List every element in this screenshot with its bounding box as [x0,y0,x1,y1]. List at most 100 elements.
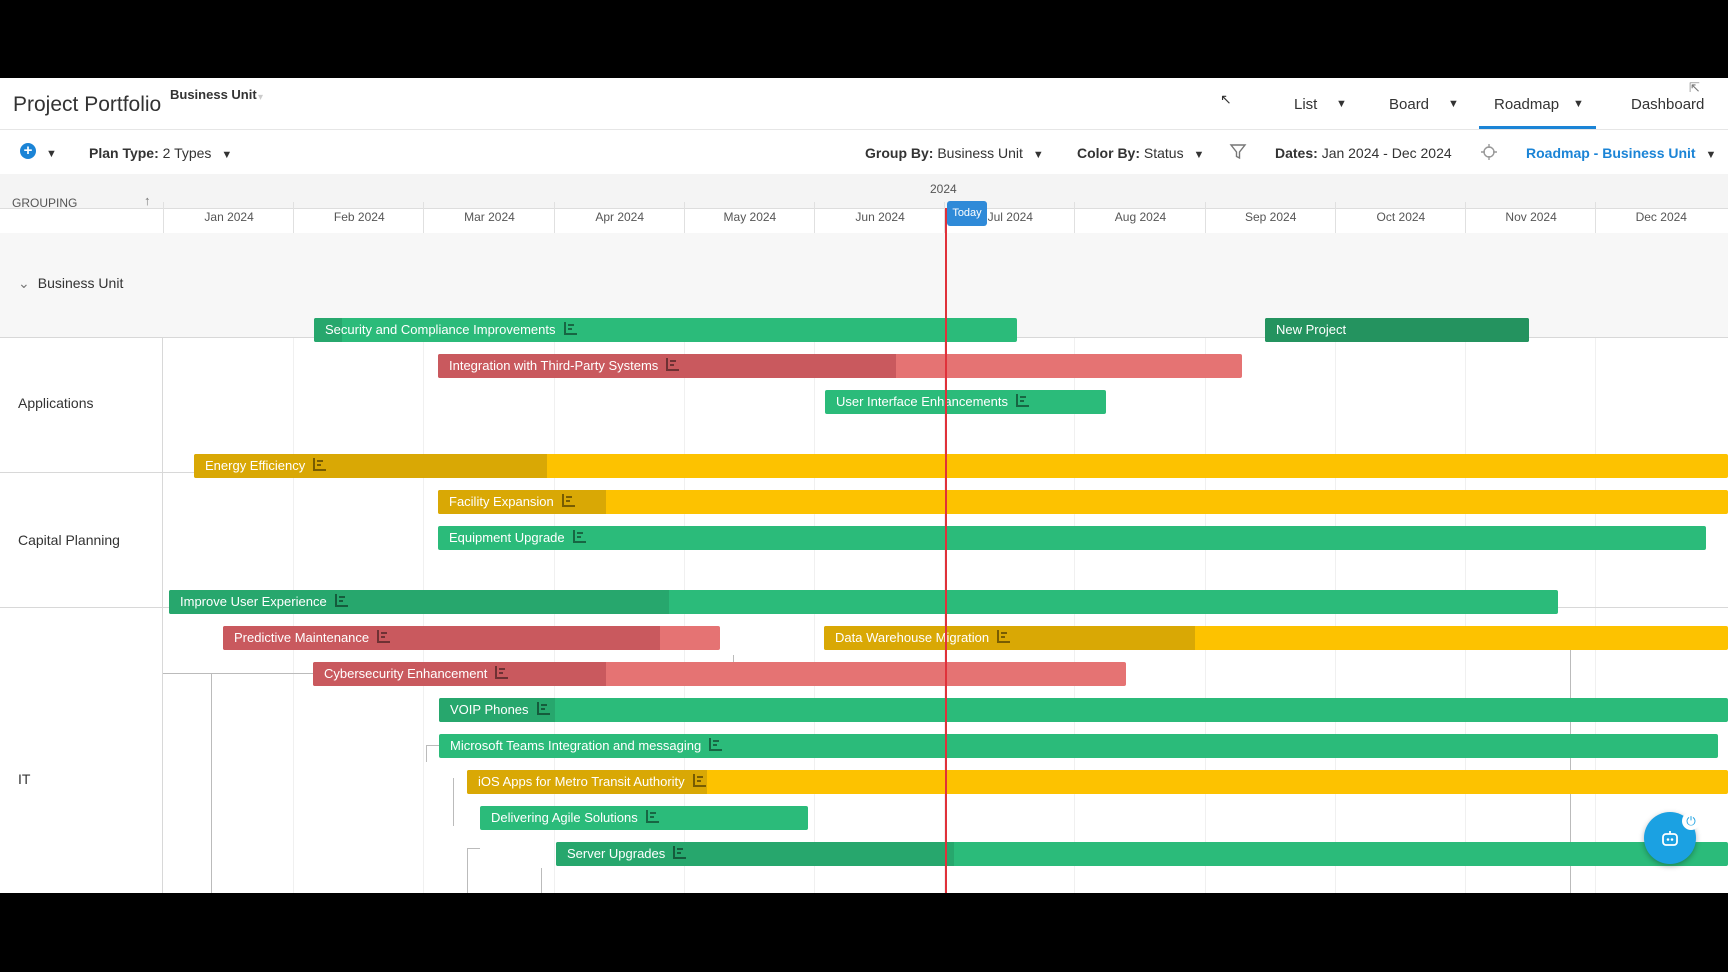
tab-board[interactable]: Board [1389,96,1429,113]
center-today-icon[interactable] [1480,143,1498,166]
dependency-connector [453,778,466,826]
project-bar[interactable]: New Project [1265,318,1529,342]
project-bar[interactable]: Data Warehouse Migration [824,626,1728,650]
add-plus-icon[interactable]: + [20,143,36,159]
month-label: Apr 2024 [553,202,685,233]
project-bar[interactable]: Predictive Maintenance [223,626,720,650]
dependency-connector [541,868,557,893]
sort-up-icon[interactable]: ↑ [144,193,151,208]
dates-value: Jan 2024 - Dec 2024 [1321,145,1452,161]
month-label: Mar 2024 [423,202,554,233]
project-name: VOIP Phones [450,702,529,717]
group-label-business-unit: Business Unit [37,275,124,291]
project-bar[interactable]: Security and Compliance Improvements [314,318,1017,342]
gantt-icon[interactable] [313,458,327,471]
tab-list[interactable]: List [1294,96,1317,113]
gantt-icon[interactable] [645,810,659,823]
tab-roadmap[interactable]: Roadmap [1494,96,1559,113]
project-bar[interactable]: Server Upgrades [556,842,1728,866]
plan-type-filter[interactable]: Plan Type: 2 Types ▼ [89,145,232,161]
list-dropdown-caret-icon[interactable]: ▼ [1336,98,1347,110]
group-label-it: IT [18,771,31,787]
group-by-value: Business Unit [937,145,1023,161]
color-by-label: Color By: [1077,145,1140,161]
project-bar-label: Security and Compliance Improvements [325,318,577,342]
project-bar-label: User Interface Enhancements [836,390,1029,414]
project-bar-label: Facility Expansion [449,490,575,514]
chevron-down-icon[interactable]: ⌄ [18,275,30,291]
board-dropdown-caret-icon[interactable]: ▼ [1448,98,1459,110]
project-bar[interactable]: Energy Efficiency [194,454,1728,478]
dependency-connector [211,673,220,893]
project-bar-label: New Project [1276,318,1346,342]
roadmap-dropdown-caret-icon[interactable]: ▼ [1573,98,1584,110]
project-bar-label: Cybersecurity Enhancement [324,662,509,686]
project-bar[interactable]: Equipment Upgrade [438,526,1706,550]
project-name: New Project [1276,322,1347,337]
project-bar[interactable]: VOIP Phones [439,698,1728,722]
project-bar[interactable]: Improve User Experience [169,590,1558,614]
month-label: Aug 2024 [1074,202,1205,233]
color-by-value: Status [1143,145,1184,161]
project-bar-label: Predictive Maintenance [234,626,391,650]
add-dropdown-caret-icon[interactable]: ▼ [46,148,57,160]
business-unit-selector[interactable]: Business Unit [170,87,257,102]
project-bar[interactable]: iOS Apps for Metro Transit Authority [467,770,1728,794]
gantt-icon[interactable] [1015,394,1029,407]
gantt-icon[interactable] [666,358,680,371]
project-bar[interactable]: Facility Expansion [438,490,1728,514]
project-name: Data Warehouse Migration [835,630,990,645]
dates-selector[interactable]: Dates: Jan 2024 - Dec 2024 [1275,145,1452,161]
month-label: May 2024 [683,202,815,233]
gantt-icon[interactable] [673,846,687,859]
project-bar[interactable]: Delivering Agile Solutions [480,806,808,830]
chevron-down-icon: ▼ [1705,149,1717,161]
plan-type-value: 2 Types [162,145,212,161]
group-by-selector[interactable]: Group By: Business Unit ▼ [865,145,1044,161]
month-label: Feb 2024 [293,202,424,233]
project-bar-label: Data Warehouse Migration [835,626,1011,650]
power-icon[interactable]: ⏻ [1682,812,1700,830]
gantt-icon[interactable] [536,702,550,715]
project-bar-label: Improve User Experience [180,590,348,614]
project-name: Equipment Upgrade [449,530,565,545]
project-name: Server Upgrades [567,846,666,861]
gantt-icon[interactable] [997,630,1011,643]
chevron-down-icon[interactable]: ▾ [258,92,263,103]
month-label: Jan 2024 [163,202,294,233]
gantt-icon[interactable] [563,322,577,335]
tab-dashboard[interactable]: Dashboard [1631,96,1704,113]
roadmap-view-selector[interactable]: Roadmap - Business Unit ▼ [1526,145,1716,161]
gantt-icon[interactable] [377,630,391,643]
gantt-icon[interactable] [561,494,575,507]
dates-label: Dates: [1275,145,1318,161]
project-name: Facility Expansion [449,494,554,509]
project-name: iOS Apps for Metro Transit Authority [478,774,685,789]
today-badge: Today [947,201,987,226]
filter-icon[interactable] [1229,143,1247,166]
gantt-icon[interactable] [692,774,706,787]
app-window: Project Portfolio Business Unit ▾ List ▼… [0,78,1728,893]
today-line [945,208,947,893]
project-bar[interactable]: User Interface Enhancements [825,390,1106,414]
grouping-label: GROUPING [12,196,78,210]
roadmap-view-name: Roadmap - Business Unit [1526,145,1696,161]
project-name: Security and Compliance Improvements [325,322,556,337]
project-bar[interactable]: Cybersecurity Enhancement [313,662,1126,686]
gantt-icon[interactable] [334,594,348,607]
group-label-applications: Applications [18,395,94,411]
gantt-icon[interactable] [495,666,509,679]
business-unit-group-header[interactable]: ⌄ Business Unit [18,275,123,292]
expand-icon[interactable]: ⇱ [1689,80,1700,96]
month-label: Sep 2024 [1204,202,1336,233]
project-bar-label: Delivering Agile Solutions [491,806,659,830]
chevron-down-icon: ▼ [221,149,233,161]
page-title: Project Portfolio [13,93,162,116]
group-by-label: Group By: [865,145,934,161]
color-by-selector[interactable]: Color By: Status ▼ [1077,145,1204,161]
project-bar[interactable]: Integration with Third-Party Systems [438,354,1242,378]
gantt-icon[interactable] [572,530,586,543]
gantt-icon[interactable] [709,738,723,751]
project-bar[interactable]: Microsoft Teams Integration and messagin… [439,734,1718,758]
project-name: Integration with Third-Party Systems [449,358,659,373]
